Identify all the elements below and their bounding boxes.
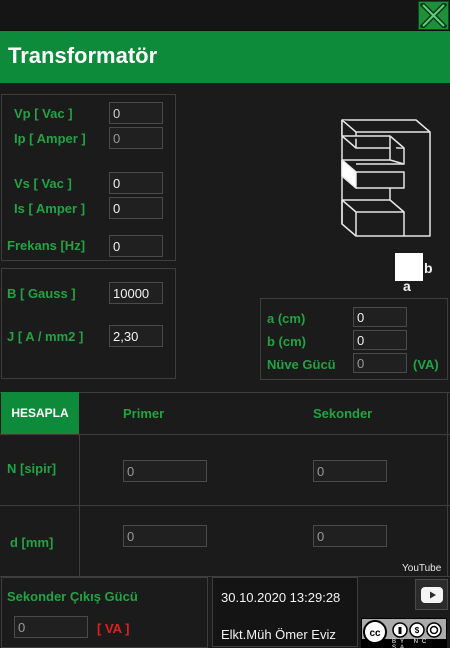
wire-diameter-row-label: d [mm] (10, 535, 54, 550)
vp-label: Vp [ Vac ] (14, 106, 73, 121)
b-cm-field[interactable] (353, 330, 407, 350)
close-button[interactable] (418, 1, 449, 30)
grid-line-header (0, 434, 450, 435)
grid-line-left (79, 434, 80, 576)
output-power-unit: [ VA ] (97, 621, 130, 636)
youtube-play-icon (420, 586, 443, 603)
svg-text:$: $ (415, 626, 420, 635)
svg-text:cc: cc (369, 628, 381, 639)
j-current-density-field[interactable] (109, 325, 163, 347)
close-x-icon (420, 3, 447, 28)
a-cm-field[interactable] (353, 307, 407, 327)
vs-field[interactable] (109, 172, 163, 194)
ip-field[interactable] (109, 127, 163, 149)
frequency-field[interactable] (109, 235, 163, 257)
core-power-unit: (VA) (413, 357, 439, 372)
cc-by-nc-sa-icon: cc $ BY NC SA (361, 618, 447, 648)
calculate-button[interactable]: HESAPLA (1, 392, 79, 434)
b-gauss-field[interactable] (109, 282, 163, 304)
ip-label: Ip [ Amper ] (14, 131, 86, 146)
datetime-text: 30.10.2020 13:29:28 (221, 590, 341, 605)
core-power-label: Nüve Gücü (267, 357, 336, 372)
grid-line-right (447, 392, 448, 576)
core-dimension-square (395, 253, 423, 281)
youtube-button[interactable] (415, 579, 448, 610)
b-gauss-label: B [ Gauss ] (7, 286, 76, 301)
is-field[interactable] (109, 197, 163, 219)
is-label: Is [ Amper ] (14, 201, 86, 216)
secondary-output-power-field[interactable] (14, 616, 88, 638)
author-text: Elkt.Müh Ömer Eviz (221, 627, 336, 642)
license-text: BY NC SA (392, 639, 431, 648)
core-power-field[interactable] (353, 353, 407, 373)
secondary-column-header: Sekonder (313, 406, 373, 421)
diagram-label-b: b (424, 260, 433, 276)
title-bar: Transformatör (0, 31, 450, 83)
turns-row-label: N [sipir] (7, 461, 57, 476)
info-box: 30.10.2020 13:29:28 Elkt.Müh Ömer Eviz (212, 577, 358, 647)
secondary-turns-field[interactable] (313, 460, 387, 482)
diagram-label-a: a (403, 278, 411, 294)
page-title: Transformatör (8, 43, 158, 68)
b-cm-label: b (cm) (267, 334, 306, 349)
primary-column-header: Primer (123, 406, 165, 421)
grid-line-mid (0, 505, 450, 506)
top-bar (0, 0, 450, 30)
vs-label: Vs [ Vac ] (14, 176, 72, 191)
transformer-core-icon (341, 119, 431, 237)
primary-turns-field[interactable] (123, 460, 207, 482)
secondary-output-power-label: Sekonder Çıkış Gücü (7, 589, 138, 604)
j-current-density-label: J [ A / mm2 ] (7, 329, 84, 344)
primary-diameter-field[interactable] (123, 525, 207, 547)
youtube-label: YouTube (402, 563, 442, 574)
vp-field[interactable] (109, 102, 163, 124)
secondary-diameter-field[interactable] (313, 525, 387, 547)
a-cm-label: a (cm) (267, 311, 306, 326)
frequency-label: Frekans [Hz] (7, 238, 86, 253)
